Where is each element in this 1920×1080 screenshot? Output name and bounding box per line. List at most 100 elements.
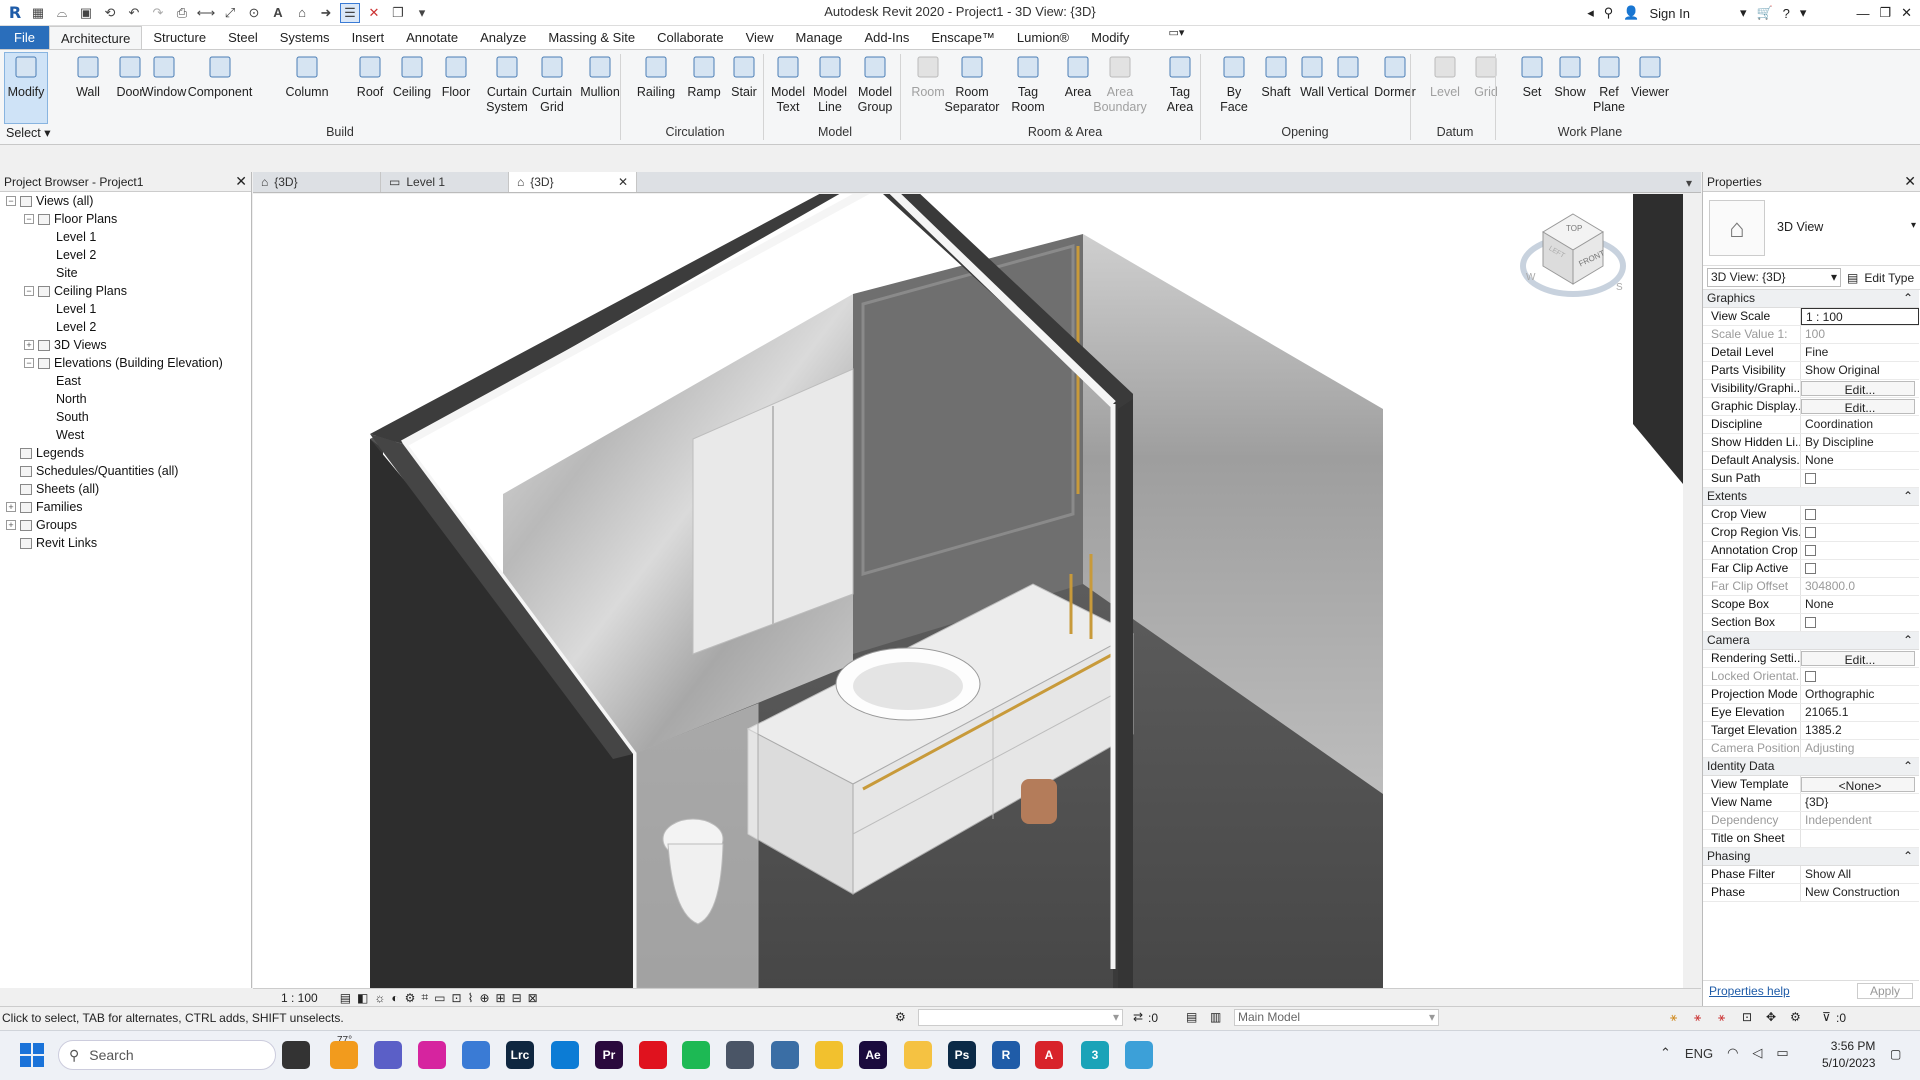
3d-model-canvas[interactable] [253,194,1683,988]
revit-app-icon[interactable] [771,1041,799,1069]
model-group-button[interactable]: Model Group [853,52,897,115]
help-dropdown-icon[interactable]: ▾ [1800,5,1807,21]
close-window-icon[interactable]: ✕ [1901,5,1912,21]
close-hidden-icon[interactable]: ✕ [364,3,384,23]
tag-icon[interactable]: ⊙ [244,3,264,23]
ref-plane-button[interactable]: Ref Plane [1587,52,1631,115]
ribbon-tab[interactable]: Lumion® [1006,26,1080,49]
expand-icon[interactable]: + [6,520,16,530]
component-button[interactable]: Component [188,52,252,100]
ribbon-tab[interactable]: View [735,26,785,49]
chevron-down-icon[interactable]: ▾ [1740,5,1747,21]
mullion-button[interactable]: Mullion [578,52,622,100]
property-value[interactable]: 1 : 100 [1801,308,1919,325]
tree-item[interactable]: Schedules/Quantities (all) [6,464,178,478]
measure-icon[interactable]: ⟷ [196,3,216,23]
design-option-dropdown[interactable]: Main Model ▾ [1234,1009,1439,1026]
ribbon-tab[interactable]: Steel [217,26,269,49]
property-value[interactable]: Show All [1801,866,1919,883]
opera-icon[interactable] [639,1041,667,1069]
tree-item[interactable]: South [42,410,89,424]
tree-item[interactable]: Revit Links [6,536,97,550]
section-icon[interactable]: ➜ [316,3,336,23]
ramp-button[interactable]: Ramp [682,52,726,100]
redo-icon[interactable]: ↷ [148,3,168,23]
area-boundary-button[interactable]: Area Boundary [1093,52,1147,115]
property-value[interactable]: Show Original [1801,362,1919,379]
ribbon-tab[interactable]: Modify [1080,26,1140,49]
tree-item[interactable]: East [42,374,81,388]
edit-type-icon[interactable]: ▤ [1847,271,1858,285]
collapse-icon[interactable]: − [24,358,34,368]
crop-region-icon[interactable]: ▭ [434,991,445,1005]
ribbon-options-icon[interactable]: ▭▾ [1168,26,1184,49]
grid-button[interactable]: Grid [1464,52,1508,100]
floor-button[interactable]: Floor [434,52,478,100]
tag-area-button[interactable]: Tag Area [1158,52,1202,115]
collapse-section-icon[interactable]: ⌃ [1903,488,1913,505]
collapse-section-icon[interactable]: ⌃ [1903,632,1913,649]
windows-start-icon[interactable] [20,1043,44,1067]
ribbon-tab[interactable]: Systems [269,26,341,49]
minimize-icon[interactable]: — [1856,6,1869,21]
collapse-section-icon[interactable]: ⌃ [1903,290,1913,307]
property-value[interactable]: Coordination [1801,416,1919,433]
photoshop-icon[interactable]: Ps [948,1041,976,1069]
property-value[interactable]: Edit... [1801,651,1915,666]
autocad-icon[interactable]: A [1035,1041,1063,1069]
ribbon-tab[interactable]: Collaborate [646,26,735,49]
reveal-hidden-icon[interactable]: ⊕ [479,991,489,1005]
select-links-icon[interactable]: ⚹ [1670,1010,1677,1025]
view-scale-label[interactable]: 1 : 100 [281,991,318,1005]
property-value[interactable] [1801,524,1919,541]
wifi-icon[interactable]: ◠ [1727,1045,1738,1061]
teams-icon[interactable] [374,1041,402,1069]
collapse-icon[interactable]: − [24,214,34,224]
dimension-icon[interactable]: ⤢ [220,3,240,23]
tree-item[interactable]: Sheets (all) [6,482,99,496]
expand-icon[interactable]: + [24,340,34,350]
property-checkbox[interactable] [1805,617,1816,628]
shadows-icon[interactable]: ◐ [391,991,398,1005]
ribbon-tab[interactable]: Insert [341,26,396,49]
detail-level-icon[interactable]: ▤ [340,991,351,1005]
tool-icon[interactable] [726,1041,754,1069]
3d-view-icon[interactable]: ⌂ [292,3,312,23]
tree-item[interactable]: Legends [6,446,84,460]
binoculars-icon[interactable]: ⚲ [1604,5,1614,21]
cursor-button[interactable]: Modify [6,52,46,100]
property-value[interactable]: Orthographic [1801,686,1919,703]
property-checkbox[interactable] [1805,509,1816,520]
3d-viewport[interactable]: TOP FRONT LEFT W S [253,194,1683,988]
wall-button[interactable]: Wall [66,52,110,100]
filter-icon[interactable]: ⊽ [1822,1010,1831,1024]
view-tab[interactable]: ⌂ {3D} [253,172,381,192]
view-tab[interactable]: ▭ Level 1 [381,172,509,192]
clock[interactable]: 3:56 PM 5/10/2023 [1822,1038,1875,1072]
sketch-icon[interactable] [462,1041,490,1069]
stair-button[interactable]: Stair [722,52,766,100]
tree-item[interactable]: Level 1 [42,302,96,316]
sign-in-link[interactable]: Sign In [1649,6,1689,21]
select-underlay-icon[interactable]: ⚹ [1694,1010,1701,1025]
ribbon-tab[interactable]: File [0,26,49,49]
property-value[interactable]: {3D} [1801,794,1919,811]
edit-type-button[interactable]: Edit Type [1864,271,1914,285]
tree-item[interactable]: Level 1 [42,230,96,244]
weather-icon[interactable] [330,1041,358,1069]
property-value[interactable] [1801,560,1919,577]
show-button[interactable]: Show [1548,52,1592,100]
select-pinned-icon[interactable]: ⚹ [1718,1010,1725,1025]
property-value[interactable]: None [1801,596,1919,613]
property-section-header[interactable]: Identity Data ⌃ [1703,758,1919,776]
expand-icon[interactable]: + [6,502,16,512]
lock-3d-icon[interactable]: ⊡ [452,991,462,1005]
tab-overflow-icon[interactable]: ▾ [1686,176,1692,190]
text-icon[interactable]: A [268,3,288,23]
collapse-icon[interactable]: − [6,196,16,206]
vertical-button[interactable]: Vertical [1326,52,1370,100]
property-checkbox[interactable] [1805,563,1816,574]
ceiling-button[interactable]: Ceiling [390,52,434,100]
ribbon-tab[interactable]: Analyze [469,26,537,49]
viewer-button[interactable]: Viewer [1628,52,1672,100]
